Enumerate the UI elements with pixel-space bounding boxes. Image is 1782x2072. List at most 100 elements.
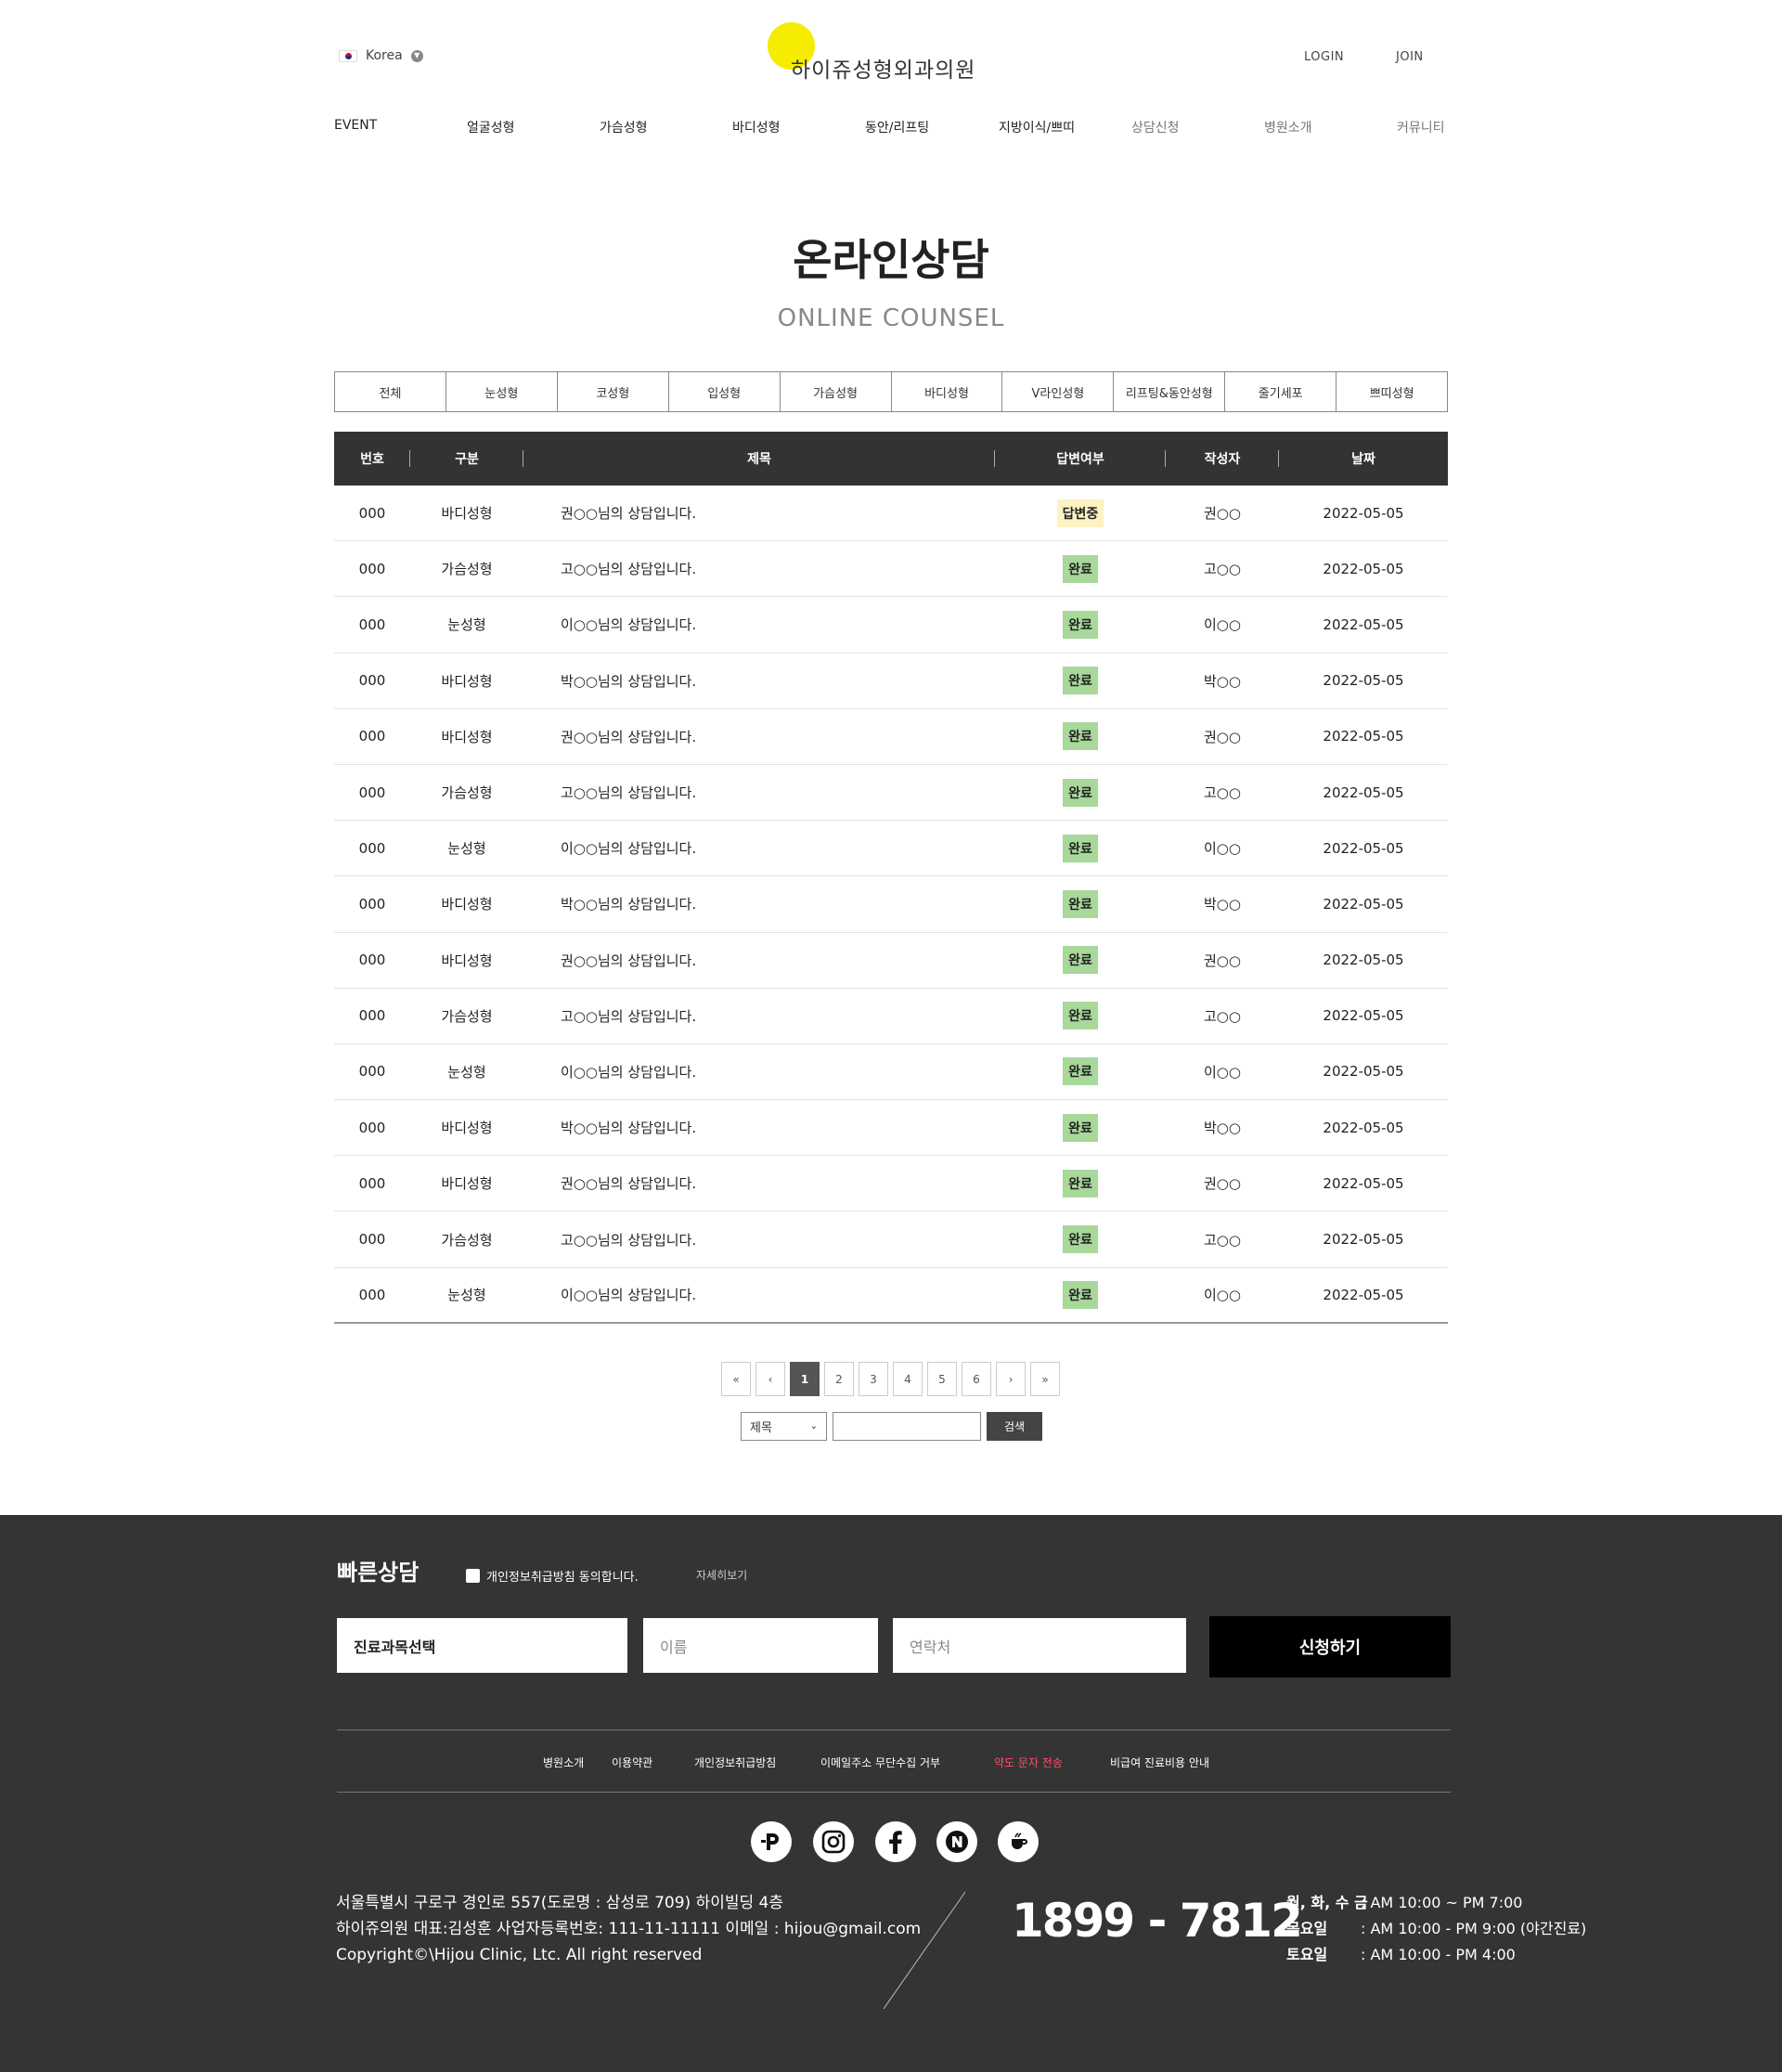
search-input[interactable] [833, 1412, 981, 1441]
row-title[interactable]: 권○○님의 상담입니다. [523, 486, 995, 540]
chevron-down-icon: ▼ [410, 49, 423, 62]
nav-item-face[interactable]: 얼굴성형 [467, 118, 515, 136]
status-badge: 완료 [1063, 610, 1098, 639]
page-prev-button[interactable]: ‹ [755, 1362, 785, 1396]
page-button-3[interactable]: 3 [859, 1362, 888, 1396]
search-field-select[interactable]: 제목 ⌄ [741, 1412, 827, 1441]
language-selector[interactable]: Korea ▼ [339, 48, 423, 63]
page-button-2[interactable]: 2 [824, 1362, 854, 1396]
page-last-button[interactable]: » [1030, 1362, 1060, 1396]
instagram-icon[interactable] [813, 1821, 854, 1862]
row-title[interactable]: 권○○님의 상담입니다. [523, 933, 995, 988]
table-row[interactable]: 000 눈성형 이○○님의 상담입니다. 완료 이○○ 2022-05-05 [334, 1268, 1448, 1324]
phone-number[interactable]: 1899 - 7812 [1012, 1894, 1303, 1948]
row-title[interactable]: 이○○님의 상담입니다. [523, 1268, 995, 1322]
row-title[interactable]: 박○○님의 상담입니다. [523, 1100, 995, 1155]
nav-item-community[interactable]: 커뮤니티 [1397, 118, 1445, 136]
row-number: 000 [358, 895, 386, 913]
footer-link-terms[interactable]: 이용약관 [612, 1755, 652, 1770]
tab-petit[interactable]: 쁘띠성형 [1336, 372, 1448, 411]
row-date: 2022-05-05 [1323, 1286, 1404, 1303]
table-row[interactable]: 000 가슴성형 고○○님의 상담입니다. 완료 고○○ 2022-05-05 [334, 989, 1448, 1044]
footer-link-map-sms[interactable]: 약도 문자 전송 [994, 1755, 1063, 1770]
status-badge: 완료 [1063, 1057, 1098, 1086]
subject-select[interactable]: 진료과목선택 [337, 1618, 627, 1673]
logo[interactable]: 하이쥬성형외과의원 [791, 52, 975, 84]
privacy-checkbox[interactable] [466, 1569, 480, 1583]
table-row[interactable]: 000 바디성형 권○○님의 상담입니다. 완료 권○○ 2022-05-05 [334, 933, 1448, 989]
page-button-5[interactable]: 5 [927, 1362, 957, 1396]
page-first-button[interactable]: « [721, 1362, 751, 1396]
nav-item-breast[interactable]: 가슴성형 [600, 118, 648, 136]
naver-blog-icon[interactable] [936, 1821, 977, 1862]
naver-pay-icon[interactable] [751, 1821, 792, 1862]
privacy-agree[interactable]: 개인정보취급방침 동의합니다. [466, 1567, 639, 1585]
footer-link-email-refuse[interactable]: 이메일주소 무단수집 거부 [820, 1755, 940, 1770]
row-title[interactable]: 박○○님의 상담입니다. [523, 654, 995, 708]
row-title[interactable]: 고○○님의 상담입니다. [523, 541, 995, 596]
privacy-more-link[interactable]: 자세히보기 [696, 1567, 747, 1583]
join-link[interactable]: JOIN [1396, 50, 1424, 64]
table-row[interactable]: 000 가슴성형 고○○님의 상담입니다. 완료 고○○ 2022-05-05 [334, 765, 1448, 822]
kakao-story-icon[interactable] [998, 1821, 1039, 1862]
search-button[interactable]: 검색 [987, 1412, 1042, 1441]
footer-link-about[interactable]: 병원소개 [543, 1755, 584, 1770]
table-row[interactable]: 000 바디성형 권○○님의 상담입니다. 완료 권○○ 2022-05-05 [334, 1156, 1448, 1212]
row-category: 바디성형 [441, 728, 493, 745]
phone-input[interactable]: 연락처 [893, 1618, 1186, 1673]
row-title[interactable]: 고○○님의 상담입니다. [523, 1211, 995, 1266]
row-title[interactable]: 이○○님의 상담입니다. [523, 821, 995, 875]
name-input[interactable]: 이름 [643, 1618, 878, 1673]
table-row[interactable]: 000 바디성형 박○○님의 상담입니다. 완료 박○○ 2022-05-05 [334, 1100, 1448, 1157]
table-row[interactable]: 000 가슴성형 고○○님의 상담입니다. 완료 고○○ 2022-05-05 [334, 1211, 1448, 1268]
row-number: 000 [358, 1231, 386, 1249]
page-button-1[interactable]: 1 [790, 1362, 820, 1396]
apply-button[interactable]: 신청하기 [1209, 1616, 1451, 1677]
row-answer-status: 완료 [995, 1156, 1166, 1211]
tab-all[interactable]: 전체 [335, 372, 446, 411]
row-title[interactable]: 이○○님의 상담입니다. [523, 1044, 995, 1099]
tab-eye[interactable]: 눈성형 [446, 372, 558, 411]
table-row[interactable]: 000 바디성형 권○○님의 상담입니다. 완료 권○○ 2022-05-05 [334, 709, 1448, 765]
nav-item-fat-petit[interactable]: 지방이식/쁘띠 [999, 118, 1075, 136]
tab-mouth[interactable]: 입성형 [668, 372, 781, 411]
footer-link-privacy[interactable]: 개인정보취급방침 [694, 1755, 776, 1770]
table-row[interactable]: 000 눈성형 이○○님의 상담입니다. 완료 이○○ 2022-05-05 [334, 821, 1448, 877]
row-category: 바디성형 [441, 896, 493, 913]
row-title[interactable]: 고○○님의 상담입니다. [523, 989, 995, 1043]
tab-lifting[interactable]: 리프팅&동안성형 [1114, 372, 1226, 411]
tab-nose[interactable]: 코성형 [557, 372, 669, 411]
nav-item-about[interactable]: 병원소개 [1264, 118, 1312, 136]
row-writer: 권○○ [1204, 505, 1241, 523]
table-row[interactable]: 000 눈성형 이○○님의 상담입니다. 완료 이○○ 2022-05-05 [334, 597, 1448, 654]
row-title[interactable]: 이○○님의 상담입니다. [523, 597, 995, 652]
table-row[interactable]: 000 바디성형 박○○님의 상담입니다. 완료 박○○ 2022-05-05 [334, 654, 1448, 709]
search-field-value: 제목 [750, 1421, 772, 1435]
tab-breast[interactable]: 가슴성형 [780, 372, 892, 411]
hours-day: 목요일 [1286, 1920, 1328, 1937]
row-title[interactable]: 권○○님의 상담입니다. [523, 1156, 995, 1211]
row-title[interactable]: 박○○님의 상담입니다. [523, 876, 995, 931]
page-button-4[interactable]: 4 [893, 1362, 923, 1396]
table-row[interactable]: 000 가슴성형 고○○님의 상담입니다. 완료 고○○ 2022-05-05 [334, 541, 1448, 598]
page-button-6[interactable]: 6 [962, 1362, 991, 1396]
row-date: 2022-05-05 [1323, 672, 1404, 690]
table-row[interactable]: 000 바디성형 박○○님의 상담입니다. 완료 박○○ 2022-05-05 [334, 876, 1448, 933]
footer-link-fees[interactable]: 비급여 진료비용 안내 [1110, 1755, 1209, 1770]
nav-item-body[interactable]: 바디성형 [732, 118, 781, 136]
table-row[interactable]: 000 눈성형 이○○님의 상담입니다. 완료 이○○ 2022-05-05 [334, 1044, 1448, 1101]
tab-vline[interactable]: V라인성형 [1002, 372, 1115, 411]
row-title[interactable]: 고○○님의 상담입니다. [523, 765, 995, 820]
login-link[interactable]: LOGIN [1304, 50, 1344, 64]
row-writer: 권○○ [1204, 728, 1241, 745]
row-date: 2022-05-05 [1323, 1174, 1404, 1192]
tab-stem-cell[interactable]: 줄기세포 [1225, 372, 1337, 411]
nav-item-consult[interactable]: 상담신청 [1131, 118, 1180, 136]
row-title[interactable]: 권○○님의 상담입니다. [523, 709, 995, 764]
facebook-icon[interactable] [875, 1821, 916, 1862]
page-next-button[interactable]: › [996, 1362, 1026, 1396]
tab-body[interactable]: 바디성형 [891, 372, 1003, 411]
nav-item-lifting[interactable]: 동안/리프팅 [865, 118, 929, 136]
table-row[interactable]: 000 바디성형 권○○님의 상담입니다. 답변중 권○○ 2022-05-05 [334, 486, 1448, 542]
nav-item-event[interactable]: EVENT [334, 118, 377, 133]
